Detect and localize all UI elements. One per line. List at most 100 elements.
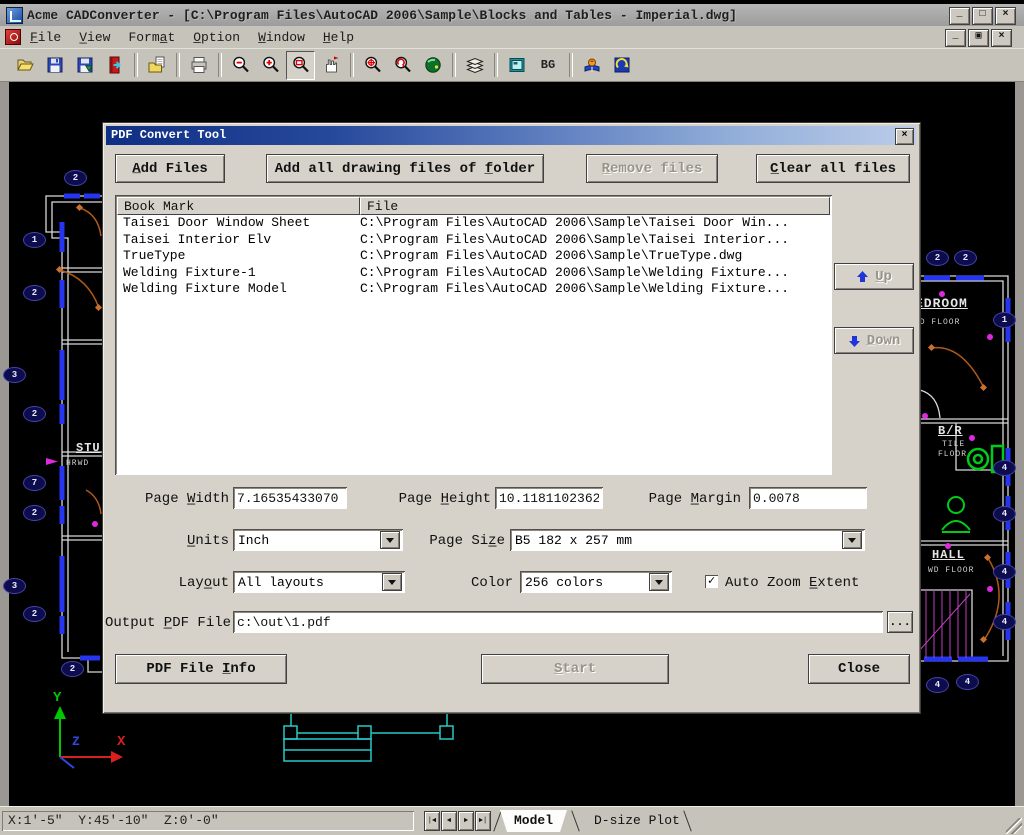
window-icon[interactable] bbox=[607, 51, 636, 80]
render-icon[interactable] bbox=[418, 51, 447, 80]
file-row[interactable]: Taisei Door Window SheetC:\Program Files… bbox=[117, 215, 830, 232]
close-dialog-button[interactable]: Close bbox=[808, 654, 910, 684]
add-files-button[interactable]: A̲dd Files bbox=[115, 154, 225, 183]
minimize-button[interactable]: _ bbox=[949, 7, 970, 25]
pdf-export-icon[interactable] bbox=[100, 51, 129, 80]
file-cell: C:\Program Files\AutoCAD 2006\Sample\Tru… bbox=[360, 248, 830, 265]
color-select[interactable]: 256 colors bbox=[520, 571, 672, 593]
browse-button[interactable]: ... bbox=[887, 611, 913, 633]
menu-item-option[interactable]: O̲ption bbox=[184, 28, 249, 47]
page-width-input[interactable] bbox=[233, 487, 347, 509]
file-cell: C:\Program Files\AutoCAD 2006\Sample\Tai… bbox=[360, 215, 830, 232]
zoom-window-icon[interactable] bbox=[286, 51, 315, 80]
column-header-file[interactable]: File bbox=[360, 197, 830, 215]
toolbar-separator bbox=[176, 53, 180, 77]
dialog-close-icon[interactable]: × bbox=[895, 128, 914, 145]
tab-d-size-plot[interactable]: D-size Plot bbox=[580, 810, 694, 832]
page-size-select[interactable]: B5 182 x 257 mm bbox=[510, 529, 865, 551]
maximize-button[interactable]: □ bbox=[972, 7, 993, 25]
toolbar-separator bbox=[218, 53, 222, 77]
column-header-bookmark[interactable]: Book Mark bbox=[117, 197, 360, 215]
remove-files-button[interactable]: R̲emove files bbox=[586, 154, 718, 183]
save-as-icon[interactable] bbox=[70, 51, 99, 80]
help-icon[interactable] bbox=[577, 51, 606, 80]
zoom-out-icon[interactable] bbox=[226, 51, 255, 80]
color-label: Color bbox=[459, 575, 513, 591]
zoom-in-icon[interactable] bbox=[256, 51, 285, 80]
mdi-restore-button[interactable]: ▣ bbox=[968, 29, 989, 47]
close-button[interactable]: × bbox=[995, 7, 1016, 25]
layout-select[interactable]: All layouts bbox=[233, 571, 405, 593]
file-row[interactable]: Taisei Interior ElvC:\Program Files\Auto… bbox=[117, 232, 830, 249]
bookmark-cell: Welding Fixture-1 bbox=[117, 265, 360, 282]
units-select[interactable]: Inch bbox=[233, 529, 403, 551]
page-size-label: Page Siz̲e bbox=[425, 533, 505, 549]
add-folder-button[interactable]: Add all drawing files of f̲older bbox=[266, 154, 544, 183]
page-height-label: Page H̲eight bbox=[387, 491, 491, 507]
up-label: U̲p bbox=[875, 269, 892, 285]
bg-toggle[interactable]: BG bbox=[532, 51, 564, 80]
tab-model[interactable]: Model bbox=[500, 810, 567, 832]
clear-all-files-button[interactable]: C̲lear all files bbox=[756, 154, 910, 183]
auto-zoom-checkbox[interactable]: ✓ bbox=[705, 575, 718, 588]
zoom-extents-icon[interactable] bbox=[358, 51, 387, 80]
file-list: Book Mark File Taisei Door Window SheetC… bbox=[115, 195, 832, 475]
mdi-minimize-button[interactable]: _ bbox=[945, 29, 966, 47]
save-icon[interactable] bbox=[40, 51, 69, 80]
bookmark-cell: Welding Fixture Model bbox=[117, 281, 360, 298]
toolbar: BG bbox=[0, 48, 1024, 82]
toolbar-separator bbox=[452, 53, 456, 77]
chevron-down-icon[interactable] bbox=[649, 573, 669, 591]
output-pdf-label: Output P̲DF File bbox=[105, 615, 229, 631]
coordinate-readout: X:1'-5" Y:45'-10" Z:0'-0" bbox=[2, 811, 414, 831]
chevron-down-icon[interactable] bbox=[380, 531, 400, 549]
move-up-button[interactable]: U̲p bbox=[834, 263, 914, 290]
tab-last-icon[interactable]: ►| bbox=[475, 811, 491, 831]
mdi-close-button[interactable]: × bbox=[991, 29, 1012, 47]
resize-grip[interactable] bbox=[1006, 818, 1022, 834]
start-button[interactable]: S̲tart bbox=[481, 654, 669, 684]
status-bar: X:1'-5" Y:45'-10" Z:0'-0" |◄ ◄ ► ►| Mode… bbox=[0, 806, 1024, 835]
page-margin-label: Page M̲argin bbox=[637, 491, 741, 507]
file-row[interactable]: Welding Fixture ModelC:\Program Files\Au… bbox=[117, 281, 830, 298]
output-pdf-input[interactable] bbox=[233, 611, 883, 633]
page-height-input[interactable] bbox=[495, 487, 603, 509]
page-margin-input[interactable] bbox=[749, 487, 867, 509]
tab-first-icon[interactable]: |◄ bbox=[424, 811, 440, 831]
chevron-down-icon[interactable] bbox=[382, 573, 402, 591]
print-icon[interactable] bbox=[184, 51, 213, 80]
page-size-value: B5 182 x 257 mm bbox=[510, 533, 842, 548]
menu-item-format[interactable]: Forma̲t bbox=[119, 28, 184, 47]
down-arrow-icon bbox=[848, 335, 861, 347]
menu-bar: F̲ile V̲iew Forma̲t O̲ption W̲indow H̲el… bbox=[0, 26, 1024, 49]
tab-edge bbox=[571, 810, 579, 831]
file-row[interactable]: Welding Fixture-1C:\Program Files\AutoCA… bbox=[117, 265, 830, 282]
pan-icon[interactable] bbox=[316, 51, 345, 80]
toolbar-separator bbox=[134, 53, 138, 77]
menu-item-file[interactable]: F̲ile bbox=[21, 28, 70, 47]
tab-prev-icon[interactable]: ◄ bbox=[441, 811, 457, 831]
units-value: Inch bbox=[233, 533, 380, 548]
dialog-title-bar[interactable]: PDF Convert Tool bbox=[106, 126, 916, 145]
batch-convert-icon[interactable] bbox=[142, 51, 171, 80]
open-icon[interactable] bbox=[10, 51, 39, 80]
menu-item-view[interactable]: V̲iew bbox=[70, 28, 119, 47]
left-edge-strip bbox=[0, 82, 9, 806]
file-row[interactable]: TrueTypeC:\Program Files\AutoCAD 2006\Sa… bbox=[117, 248, 830, 265]
menu-item-help[interactable]: H̲elp bbox=[314, 28, 363, 47]
pdf-file-info-button[interactable]: PDF File I̲nfo bbox=[115, 654, 287, 684]
preview-icon[interactable] bbox=[502, 51, 531, 80]
file-list-rows: Taisei Door Window SheetC:\Program Files… bbox=[117, 215, 830, 473]
zoom-scale-icon[interactable] bbox=[388, 51, 417, 80]
layers-icon[interactable] bbox=[460, 51, 489, 80]
move-down-button[interactable]: D̲own bbox=[834, 327, 914, 354]
tab-next-icon[interactable]: ► bbox=[458, 811, 474, 831]
app-icon bbox=[6, 7, 23, 24]
page-width-label: Page W̲idth bbox=[131, 491, 229, 507]
menu-item-window[interactable]: W̲indow bbox=[249, 28, 314, 47]
file-cell: C:\Program Files\AutoCAD 2006\Sample\Wel… bbox=[360, 281, 830, 298]
chevron-down-icon[interactable] bbox=[842, 531, 862, 549]
toolbar-separator bbox=[350, 53, 354, 77]
file-cell: C:\Program Files\AutoCAD 2006\Sample\Tai… bbox=[360, 232, 830, 249]
app-window: Acme CADConverter - [C:\Program Files\Au… bbox=[0, 0, 1024, 835]
